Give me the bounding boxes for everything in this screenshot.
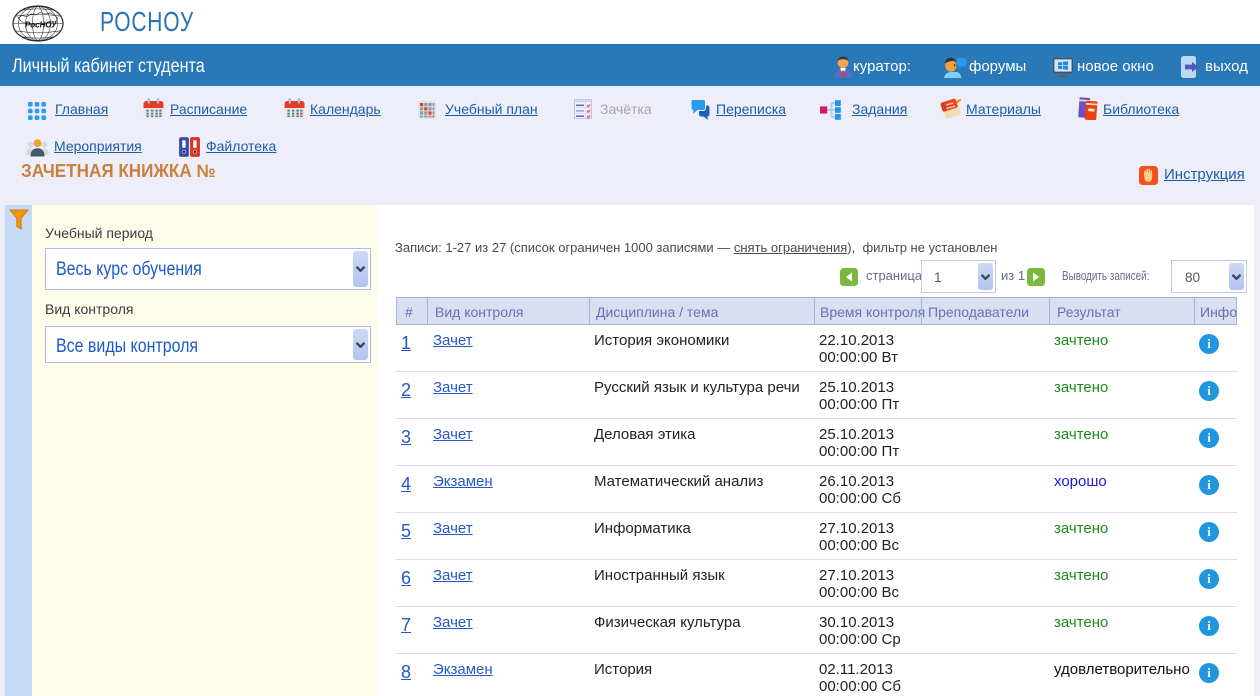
svg-text:РосНОУ: РосНОУ [25,21,57,30]
